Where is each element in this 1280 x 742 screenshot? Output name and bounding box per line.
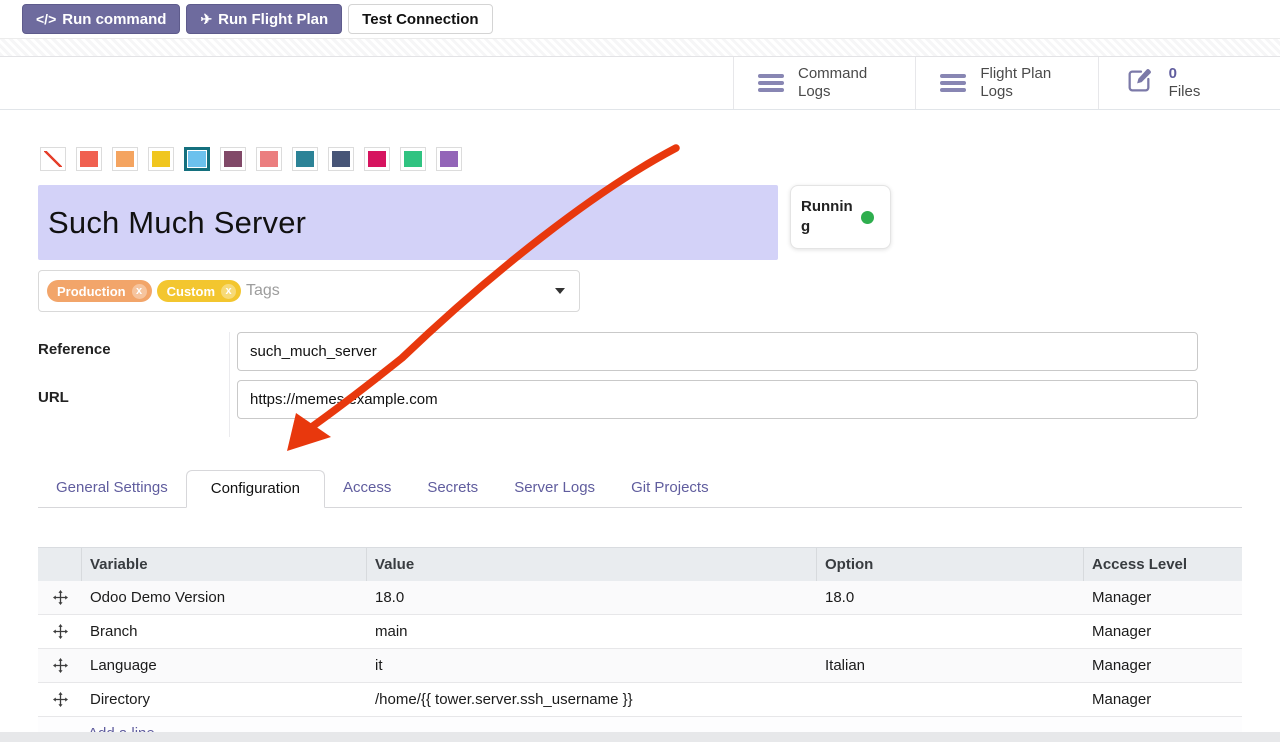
table-header-row: Variable Value Option Access Level [38, 547, 1242, 581]
tab-git-projects[interactable]: Git Projects [613, 470, 727, 507]
flight-plan-logs-stat-button[interactable]: Flight Plan Logs [915, 57, 1097, 109]
cell-variable[interactable]: Directory [82, 683, 367, 716]
cell-value[interactable]: 18.0 [367, 581, 817, 614]
color-swatch[interactable] [112, 147, 138, 171]
test-connection-button[interactable]: Test Connection [348, 4, 492, 34]
table-row[interactable]: Odoo Demo Version 18.0 18.0 Manager [38, 581, 1242, 615]
command-logs-stat-button[interactable]: Command Logs [733, 57, 915, 109]
color-swatch[interactable] [148, 147, 174, 171]
column-header-variable[interactable]: Variable [82, 548, 367, 581]
form-header-band: Command Logs Flight Plan Logs 0 Files [0, 57, 1280, 110]
files-count: 0 [1169, 65, 1201, 83]
url-field-label: URL [38, 389, 229, 437]
cell-option[interactable]: 18.0 [817, 581, 1084, 614]
drag-handle-icon[interactable] [38, 581, 82, 614]
color-picker [40, 147, 1280, 171]
list-icon [758, 74, 784, 92]
record-title-field[interactable]: Such Much Server [38, 185, 778, 260]
cell-access-level[interactable]: Manager [1084, 615, 1242, 648]
table-row[interactable]: Language it Italian Manager [38, 649, 1242, 683]
color-swatch[interactable] [292, 147, 318, 171]
tab-configuration[interactable]: Configuration [186, 470, 325, 508]
run-command-label: Run command [62, 11, 166, 28]
cell-variable[interactable]: Language [82, 649, 367, 682]
column-header-value[interactable]: Value [367, 548, 817, 581]
drag-handle-icon[interactable] [38, 615, 82, 648]
table-row[interactable]: Branch main Manager [38, 615, 1242, 649]
cell-access-level[interactable]: Manager [1084, 683, 1242, 716]
tab-server-logs[interactable]: Server Logs [496, 470, 613, 507]
notebook-tabs: General Settings Configuration Access Se… [38, 470, 1242, 508]
dropdown-caret-icon[interactable] [555, 288, 565, 294]
status-card[interactable]: Running [790, 185, 891, 249]
status-dot-icon [861, 211, 874, 224]
color-swatch[interactable] [364, 147, 390, 171]
tag-production: Production x [47, 280, 152, 302]
handle-column-header [38, 548, 82, 581]
color-swatch-selected[interactable] [184, 147, 210, 171]
stat-label-line2: Logs [798, 83, 831, 100]
stat-label-line1: Flight Plan [980, 65, 1051, 82]
tab-general-settings[interactable]: General Settings [38, 470, 186, 507]
drag-handle-icon[interactable] [38, 683, 82, 716]
status-label: Running [801, 197, 853, 238]
tag-remove-icon[interactable]: x [132, 284, 147, 299]
tags-placeholder: Tags [246, 282, 280, 300]
cell-access-level[interactable]: Manager [1084, 581, 1242, 614]
plane-icon: ✈ [200, 11, 212, 28]
tag-remove-icon[interactable]: x [221, 284, 236, 299]
divider-strip [0, 38, 1280, 57]
stat-button-group: Command Logs Flight Plan Logs 0 Files [733, 57, 1280, 109]
cell-option[interactable] [817, 615, 1084, 648]
cell-variable[interactable]: Branch [82, 615, 367, 648]
page-bottom-strip [0, 732, 1280, 742]
cell-access-level[interactable]: Manager [1084, 649, 1242, 682]
run-command-button[interactable]: </> Run command [22, 4, 180, 34]
configuration-table: Variable Value Option Access Level Odoo … [38, 547, 1242, 742]
column-header-access-level[interactable]: Access Level [1084, 548, 1242, 581]
cell-value[interactable]: /home/{{ tower.server.ssh_username }} [367, 683, 817, 716]
tab-access[interactable]: Access [325, 470, 409, 507]
cell-option[interactable]: Italian [817, 649, 1084, 682]
form-sheet: Such Much Server Running Production x Cu… [0, 147, 1280, 742]
tag-custom: Custom x [157, 280, 241, 302]
cell-option[interactable] [817, 683, 1084, 716]
list-icon [940, 74, 966, 92]
cell-value[interactable]: it [367, 649, 817, 682]
edit-pencil-icon [1123, 65, 1155, 102]
url-input[interactable] [237, 380, 1198, 419]
color-swatch[interactable] [220, 147, 246, 171]
drag-handle-icon[interactable] [38, 649, 82, 682]
tab-secrets[interactable]: Secrets [409, 470, 496, 507]
cell-variable[interactable]: Odoo Demo Version [82, 581, 367, 614]
color-swatch[interactable] [256, 147, 282, 171]
tag-label: Production [57, 284, 126, 299]
column-header-option[interactable]: Option [817, 548, 1084, 581]
page-title: Such Much Server [48, 205, 306, 241]
cell-value[interactable]: main [367, 615, 817, 648]
stat-label-line2: Files [1169, 83, 1201, 100]
color-swatch-none[interactable] [40, 147, 66, 171]
tags-input[interactable]: Production x Custom x Tags [38, 270, 580, 312]
color-swatch[interactable] [76, 147, 102, 171]
color-swatch[interactable] [436, 147, 462, 171]
table-row[interactable]: Directory /home/{{ tower.server.ssh_user… [38, 683, 1242, 717]
color-swatch[interactable] [328, 147, 354, 171]
reference-field-label: Reference [38, 341, 229, 389]
run-flight-plan-label: Run Flight Plan [218, 11, 328, 28]
reference-input[interactable] [237, 332, 1198, 371]
test-connection-label: Test Connection [362, 11, 478, 28]
files-stat-button[interactable]: 0 Files [1098, 57, 1280, 109]
top-toolbar: </> Run command ✈ Run Flight Plan Test C… [0, 0, 1280, 38]
record-fields: Reference URL [38, 332, 1280, 437]
stat-label-line2: Logs [980, 83, 1013, 100]
tag-label: Custom [167, 284, 215, 299]
color-swatch[interactable] [400, 147, 426, 171]
stat-label-line1: Command [798, 65, 867, 82]
run-flight-plan-button[interactable]: ✈ Run Flight Plan [186, 4, 342, 34]
code-icon: </> [36, 11, 56, 27]
